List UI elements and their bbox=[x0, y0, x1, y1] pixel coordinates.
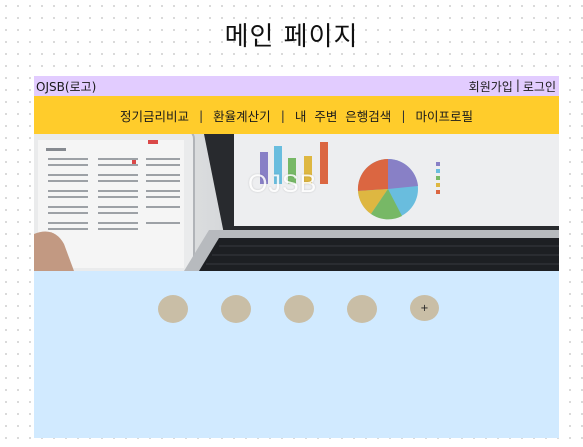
shortcut-circle[interactable] bbox=[284, 295, 314, 323]
site-frame: OJSB(로고) 회원가입 | 로그인 정기금리비교 | 환율계산기 | 내 주… bbox=[34, 76, 559, 438]
nav-separator: | bbox=[401, 107, 406, 123]
page-title: 메인 페이지 bbox=[224, 22, 359, 52]
add-shortcut-button[interactable]: + bbox=[410, 295, 439, 321]
hero-overlay-text: OJSB bbox=[248, 170, 318, 198]
plus-icon: + bbox=[420, 302, 429, 314]
login-link[interactable]: 로그인 bbox=[523, 78, 556, 95]
main-content: + bbox=[34, 271, 559, 438]
auth-separator: | bbox=[515, 77, 520, 92]
shortcut-circles: + bbox=[158, 295, 439, 323]
auth-links: 회원가입 | 로그인 bbox=[469, 78, 556, 95]
nav-separator: | bbox=[280, 107, 285, 123]
nav-item-nearby-bank-search[interactable]: 내 주변 은행검색 bbox=[295, 106, 391, 125]
nav-item-rate-compare[interactable]: 정기금리비교 bbox=[120, 106, 189, 125]
main-nav: 정기금리비교 | 환율계산기 | 내 주변 은행검색 | 마이프로필 bbox=[34, 96, 559, 134]
shortcut-circle[interactable] bbox=[347, 295, 377, 323]
hero-image bbox=[34, 134, 559, 271]
nav-item-my-profile[interactable]: 마이프로필 bbox=[416, 106, 474, 125]
shortcut-circle[interactable] bbox=[158, 295, 188, 323]
shortcut-circle[interactable] bbox=[221, 295, 251, 323]
top-bar: OJSB(로고) 회원가입 | 로그인 bbox=[34, 76, 559, 96]
brand-logo[interactable]: OJSB(로고) bbox=[36, 78, 96, 95]
nav-item-exchange-calculator[interactable]: 환율계산기 bbox=[213, 106, 271, 125]
nav-separator: | bbox=[198, 107, 204, 123]
signup-link[interactable]: 회원가입 bbox=[469, 78, 513, 95]
hero-banner: OJSB bbox=[34, 134, 559, 271]
